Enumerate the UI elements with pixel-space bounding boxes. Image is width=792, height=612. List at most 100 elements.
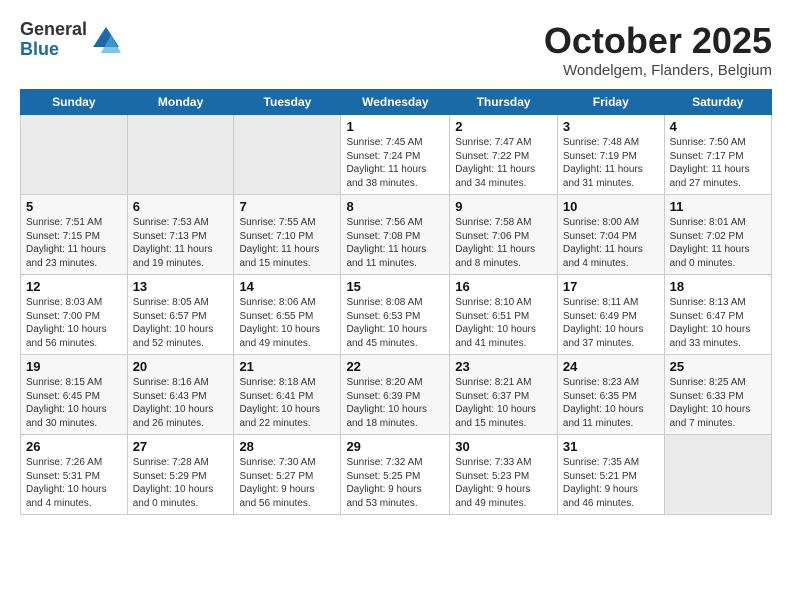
empty-cell: [664, 435, 771, 515]
calendar-table: SundayMondayTuesdayWednesdayThursdayFrid…: [20, 89, 772, 515]
day-cell-4: 4Sunrise: 7:50 AM Sunset: 7:17 PM Daylig…: [664, 115, 771, 195]
page-header: General Blue October 2025 Wondelgem, Fla…: [20, 20, 772, 79]
day-number: 4: [670, 119, 766, 134]
day-info: Sunrise: 7:33 AM Sunset: 5:23 PM Dayligh…: [455, 456, 552, 510]
day-cell-22: 22 Sunrise: 8:20 AM Sunset: 6:39 PM Dayli…: [341, 355, 450, 435]
title-block: October 2025 Wondelgem, Flanders, Belgiu…: [544, 20, 772, 79]
day-cell-8: 8 Sunrise: 7:56 AM Sunset: 7:08 PM Daylig…: [341, 195, 450, 275]
day-number: 19: [26, 359, 122, 374]
day-cell-18: 18 Sunrise: 8:13 AM Sunset: 6:47 PM Dayli…: [664, 275, 771, 355]
day-info: Sunrise: 7:26 AM Sunset: 5:31 PM Dayligh…: [26, 456, 122, 510]
week-row-5: 26Sunrise: 7:26 AM Sunset: 5:31 PM Dayli…: [21, 435, 772, 515]
day-number: 14: [239, 279, 335, 294]
day-cell-27: 27Sunrise: 7:28 AM Sunset: 5:29 PM Dayli…: [127, 435, 234, 515]
day-info: Sunrise: 8:00 AM Sunset: 7:04 PM Dayligh…: [563, 216, 659, 270]
day-number: 22: [346, 359, 444, 374]
day-info: Sunrise: 7:56 AM Sunset: 7:08 PM Dayligh…: [346, 216, 444, 270]
day-cell-29: 29Sunrise: 7:32 AM Sunset: 5:25 PM Dayli…: [341, 435, 450, 515]
day-cell-14: 14 Sunrise: 8:06 AM Sunset: 6:55 PM Dayli…: [234, 275, 341, 355]
day-info: Sunrise: 7:28 AM Sunset: 5:29 PM Dayligh…: [133, 456, 229, 510]
day-cell-24: 24 Sunrise: 8:23 AM Sunset: 6:35 PM Dayli…: [557, 355, 664, 435]
weekday-thursday: Thursday: [450, 90, 558, 115]
day-number: 12: [26, 279, 122, 294]
logo-blue: Blue: [20, 40, 87, 60]
day-info: Sunrise: 8:11 AM Sunset: 6:49 PM Dayligh…: [563, 296, 659, 350]
day-info: Sunrise: 7:45 AM Sunset: 7:24 PM Dayligh…: [346, 136, 444, 190]
day-info: Sunrise: 7:47 AM Sunset: 7:22 PM Dayligh…: [455, 136, 552, 190]
week-row-2: 5Sunrise: 7:51 AM Sunset: 7:15 PM Daylig…: [21, 195, 772, 275]
day-number: 2: [455, 119, 552, 134]
day-info: Sunrise: 7:30 AM Sunset: 5:27 PM Dayligh…: [239, 456, 335, 510]
day-number: 7: [239, 199, 335, 214]
day-number: 21: [239, 359, 335, 374]
day-cell-10: 10Sunrise: 8:00 AM Sunset: 7:04 PM Dayli…: [557, 195, 664, 275]
week-row-3: 12 Sunrise: 8:03 AM Sunset: 7:00 PM Dayli…: [21, 275, 772, 355]
day-info: Sunrise: 7:35 AM Sunset: 5:21 PM Dayligh…: [563, 456, 659, 510]
location: Wondelgem, Flanders, Belgium: [544, 62, 772, 79]
day-cell-19: 19 Sunrise: 8:15 AM Sunset: 6:45 PM Dayli…: [21, 355, 128, 435]
day-info: Sunrise: 7:48 AM Sunset: 7:19 PM Dayligh…: [563, 136, 659, 190]
week-row-4: 19 Sunrise: 8:15 AM Sunset: 6:45 PM Dayli…: [21, 355, 772, 435]
day-number: 16: [455, 279, 552, 294]
day-number: 1: [346, 119, 444, 134]
day-cell-21: 21 Sunrise: 8:18 AM Sunset: 6:41 PM Dayli…: [234, 355, 341, 435]
day-info: Sunrise: 8:13 AM Sunset: 6:47 PM Dayligh…: [670, 296, 766, 350]
day-info: Sunrise: 8:25 AM Sunset: 6:33 PM Dayligh…: [670, 376, 766, 430]
logo-general: General: [20, 20, 87, 40]
day-number: 6: [133, 199, 229, 214]
day-cell-26: 26Sunrise: 7:26 AM Sunset: 5:31 PM Dayli…: [21, 435, 128, 515]
day-number: 29: [346, 439, 444, 454]
day-info: Sunrise: 8:06 AM Sunset: 6:55 PM Dayligh…: [239, 296, 335, 350]
day-info: Sunrise: 8:16 AM Sunset: 6:43 PM Dayligh…: [133, 376, 229, 430]
day-number: 31: [563, 439, 659, 454]
day-number: 5: [26, 199, 122, 214]
day-cell-31: 31 Sunrise: 7:35 AM Sunset: 5:21 PM Dayli…: [557, 435, 664, 515]
day-number: 30: [455, 439, 552, 454]
day-number: 24: [563, 359, 659, 374]
day-info: Sunrise: 8:18 AM Sunset: 6:41 PM Dayligh…: [239, 376, 335, 430]
day-cell-15: 15 Sunrise: 8:08 AM Sunset: 6:53 PM Dayli…: [341, 275, 450, 355]
day-number: 18: [670, 279, 766, 294]
day-cell-9: 9Sunrise: 7:58 AM Sunset: 7:06 PM Daylig…: [450, 195, 558, 275]
day-number: 28: [239, 439, 335, 454]
logo-icon: [91, 25, 121, 55]
day-cell-20: 20Sunrise: 8:16 AM Sunset: 6:43 PM Dayli…: [127, 355, 234, 435]
logo: General Blue: [20, 20, 121, 60]
day-number: 25: [670, 359, 766, 374]
day-number: 3: [563, 119, 659, 134]
day-cell-7: 7 Sunrise: 7:55 AM Sunset: 7:10 PM Daylig…: [234, 195, 341, 275]
weekday-monday: Monday: [127, 90, 234, 115]
weekday-header-row: SundayMondayTuesdayWednesdayThursdayFrid…: [21, 90, 772, 115]
week-row-1: 1 Sunrise: 7:45 AM Sunset: 7:24 PM Daylig…: [21, 115, 772, 195]
empty-cell: [127, 115, 234, 195]
day-number: 9: [455, 199, 552, 214]
weekday-wednesday: Wednesday: [341, 90, 450, 115]
day-info: Sunrise: 8:01 AM Sunset: 7:02 PM Dayligh…: [670, 216, 766, 270]
day-cell-11: 11 Sunrise: 8:01 AM Sunset: 7:02 PM Dayli…: [664, 195, 771, 275]
weekday-tuesday: Tuesday: [234, 90, 341, 115]
day-info: Sunrise: 8:03 AM Sunset: 7:00 PM Dayligh…: [26, 296, 122, 350]
day-cell-23: 23Sunrise: 8:21 AM Sunset: 6:37 PM Dayli…: [450, 355, 558, 435]
day-cell-25: 25 Sunrise: 8:25 AM Sunset: 6:33 PM Dayli…: [664, 355, 771, 435]
day-number: 8: [346, 199, 444, 214]
day-cell-28: 28 Sunrise: 7:30 AM Sunset: 5:27 PM Dayli…: [234, 435, 341, 515]
day-info: Sunrise: 8:21 AM Sunset: 6:37 PM Dayligh…: [455, 376, 552, 430]
day-cell-30: 30 Sunrise: 7:33 AM Sunset: 5:23 PM Dayli…: [450, 435, 558, 515]
day-info: Sunrise: 8:20 AM Sunset: 6:39 PM Dayligh…: [346, 376, 444, 430]
day-info: Sunrise: 8:05 AM Sunset: 6:57 PM Dayligh…: [133, 296, 229, 350]
day-number: 15: [346, 279, 444, 294]
day-info: Sunrise: 8:23 AM Sunset: 6:35 PM Dayligh…: [563, 376, 659, 430]
day-info: Sunrise: 7:55 AM Sunset: 7:10 PM Dayligh…: [239, 216, 335, 270]
empty-cell: [21, 115, 128, 195]
month-title: October 2025: [544, 20, 772, 62]
weekday-friday: Friday: [557, 90, 664, 115]
day-info: Sunrise: 8:15 AM Sunset: 6:45 PM Dayligh…: [26, 376, 122, 430]
day-number: 11: [670, 199, 766, 214]
day-cell-12: 12 Sunrise: 8:03 AM Sunset: 7:00 PM Dayli…: [21, 275, 128, 355]
day-cell-5: 5Sunrise: 7:51 AM Sunset: 7:15 PM Daylig…: [21, 195, 128, 275]
day-cell-1: 1 Sunrise: 7:45 AM Sunset: 7:24 PM Daylig…: [341, 115, 450, 195]
day-cell-17: 17 Sunrise: 8:11 AM Sunset: 6:49 PM Dayli…: [557, 275, 664, 355]
weekday-sunday: Sunday: [21, 90, 128, 115]
day-number: 17: [563, 279, 659, 294]
day-info: Sunrise: 8:08 AM Sunset: 6:53 PM Dayligh…: [346, 296, 444, 350]
